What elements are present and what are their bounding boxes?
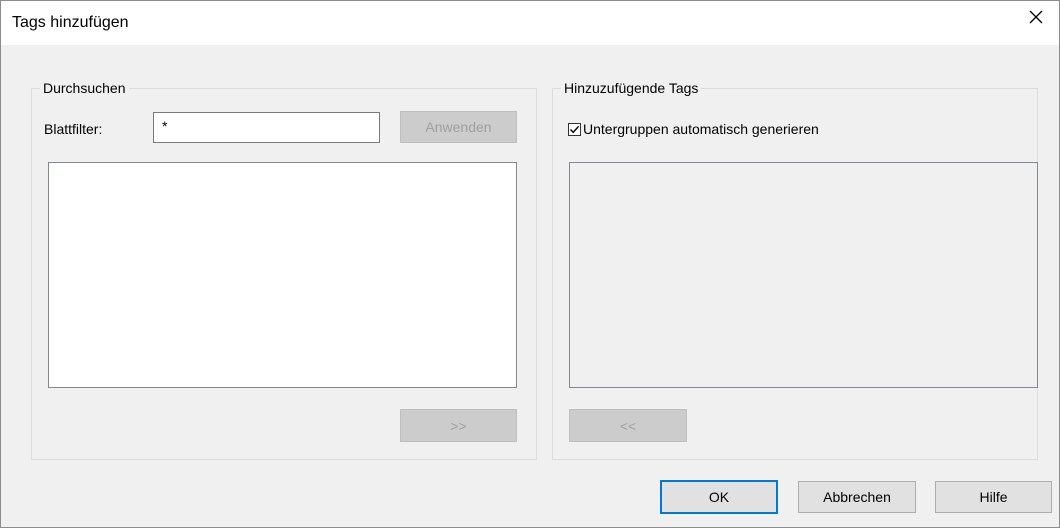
apply-button[interactable]: Anwenden: [400, 111, 517, 143]
auto-subgroups-label: Untergruppen automatisch generieren: [583, 121, 819, 137]
auto-subgroups-checkbox-row[interactable]: Untergruppen automatisch generieren: [568, 121, 819, 137]
filter-label: Blattfilter:: [44, 121, 103, 137]
close-icon: [1029, 10, 1043, 23]
checkmark-icon: [569, 125, 580, 133]
add-tags-button[interactable]: >>: [400, 409, 517, 442]
tags-hinzufuegen-dialog: Tags hinzufügen Durchsuchen Blattfilter:…: [0, 0, 1060, 528]
tags-to-add-list[interactable]: [569, 162, 1038, 388]
browse-group: Durchsuchen Blattfilter: * Anwenden >>: [31, 79, 537, 460]
tags-to-add-legend: Hinzuzufügende Tags: [561, 79, 702, 97]
remove-tags-button[interactable]: <<: [569, 409, 687, 442]
dialog-title: Tags hinzufügen: [12, 14, 129, 31]
auto-subgroups-checkbox[interactable]: [568, 122, 581, 136]
ok-button[interactable]: OK: [660, 480, 778, 514]
cancel-button[interactable]: Abbrechen: [798, 481, 916, 513]
browse-group-legend: Durchsuchen: [40, 79, 129, 97]
tags-to-add-group: Hinzuzufügende Tags Untergruppen automat…: [552, 79, 1038, 460]
help-button[interactable]: Hilfe: [935, 481, 1052, 513]
filter-input[interactable]: *: [153, 112, 380, 143]
close-button[interactable]: [1013, 1, 1059, 32]
title-bar: Tags hinzufügen: [1, 1, 1059, 46]
browse-tree[interactable]: [48, 162, 517, 388]
